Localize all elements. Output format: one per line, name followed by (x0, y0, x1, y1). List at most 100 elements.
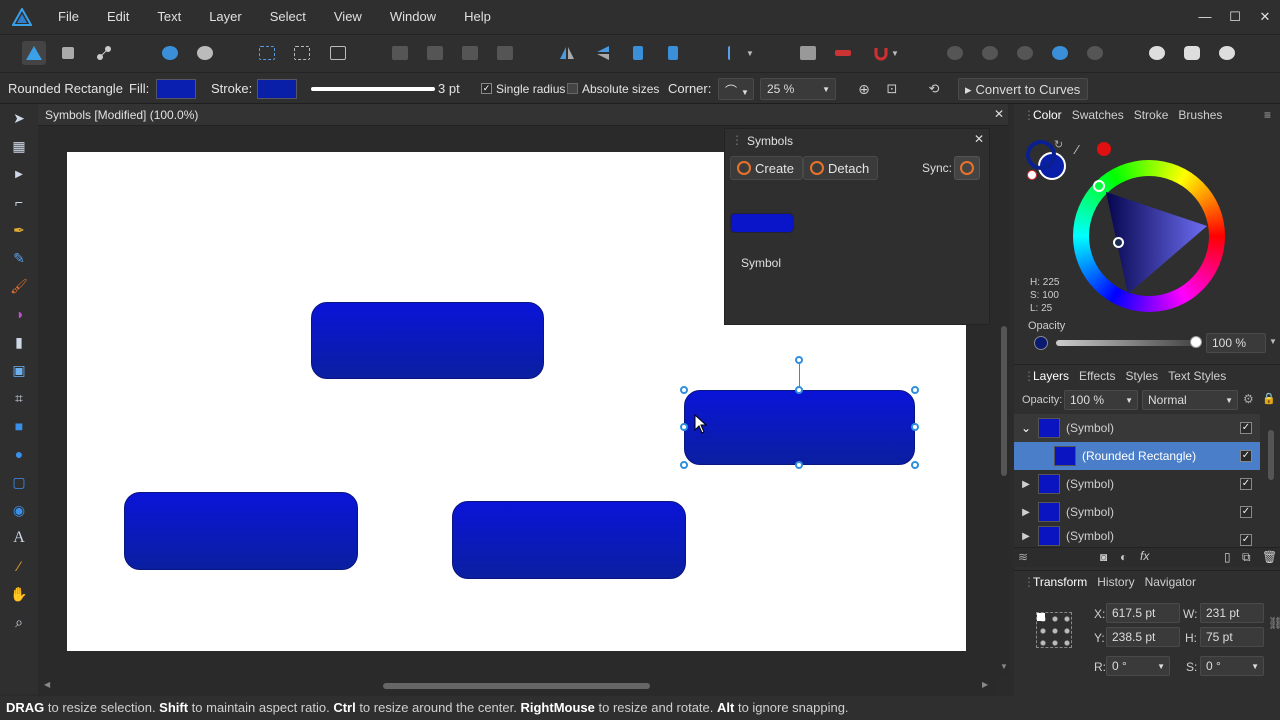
minimize-button[interactable]: — (1190, 0, 1220, 34)
designer-persona-icon[interactable] (22, 41, 46, 65)
w-field[interactable]: 231 pt (1200, 603, 1264, 623)
handle-top[interactable] (795, 386, 803, 394)
handle-bottom[interactable] (795, 461, 803, 469)
handle-bottom-right[interactable] (911, 461, 919, 469)
text-tool-icon[interactable]: A (9, 528, 29, 548)
stroke-swatch[interactable] (257, 79, 297, 99)
expand-icon[interactable]: ▶ (1014, 531, 1038, 542)
menu-text[interactable]: Text (143, 0, 195, 34)
absolute-sizes-checkbox[interactable] (567, 83, 578, 94)
layer-opacity-field[interactable]: 100 % ▼ (1064, 390, 1138, 410)
brush-tool-icon[interactable]: 🖌 (9, 276, 29, 296)
pencil-tool-icon[interactable]: ✎ (9, 248, 29, 268)
anchor-selector[interactable] (1036, 612, 1072, 648)
opacity-field[interactable]: 100 % (1206, 333, 1266, 353)
crop-tool-icon[interactable]: ⌗ (9, 388, 29, 408)
vertical-scrollbar[interactable]: ▼ (998, 126, 1010, 676)
handle-top-right[interactable] (911, 386, 919, 394)
rotation-field[interactable]: 0 ° ▼ (1106, 656, 1170, 676)
stroke-width-value[interactable]: 3 pt (438, 81, 460, 96)
stroke-width-slider[interactable] (311, 87, 435, 91)
tab-history[interactable]: History (1092, 575, 1139, 589)
ellipse-tool-icon[interactable]: ● (9, 444, 29, 464)
rounded-rectangle-tool-icon[interactable]: ▢ (9, 472, 29, 492)
menu-window[interactable]: Window (376, 0, 450, 34)
fill-swatch[interactable] (156, 79, 196, 99)
menu-help[interactable]: Help (450, 0, 505, 34)
arrange-back-icon[interactable] (388, 41, 412, 65)
stroke-color-circle[interactable] (1026, 140, 1056, 170)
panel-grip-icon[interactable]: ⋮ (1018, 108, 1035, 122)
place-image-icon[interactable]: ▣ (9, 360, 29, 380)
corner-tool-icon[interactable]: ⌐ (9, 192, 29, 212)
close-window-button[interactable]: ✕ (1250, 0, 1280, 34)
scroll-down-icon[interactable]: ▼ (1000, 662, 1008, 671)
lock-icon[interactable]: 🔒 (1262, 392, 1276, 405)
eyedropper-icon[interactable]: ⁄ (1076, 142, 1078, 157)
panel-grip-icon[interactable]: ⋮ (1018, 369, 1035, 383)
pen-tool-icon[interactable]: ✒ (9, 220, 29, 240)
studio-panels-icon[interactable] (1180, 41, 1204, 65)
rectangle-tool-icon[interactable]: ■ (9, 416, 29, 436)
layer-row[interactable]: ⌄ (Symbol) ✓ (1014, 414, 1260, 442)
move-tool-icon[interactable]: ➤ (9, 108, 29, 128)
hue-picker[interactable] (1093, 180, 1105, 192)
fill-tool-icon[interactable]: ◑ (9, 304, 29, 324)
handle-top-left[interactable] (680, 386, 688, 394)
add-layer-icon[interactable]: ▯ (1224, 550, 1231, 564)
fx-icon[interactable]: fx (1140, 549, 1149, 563)
shear-field[interactable]: 0 ° ▼ (1200, 656, 1264, 676)
menu-layer[interactable]: Layer (195, 0, 256, 34)
vertical-scroll-thumb[interactable] (1001, 326, 1007, 476)
color-picker-icon[interactable]: ⁄ (9, 556, 29, 576)
h-field[interactable]: 75 pt (1200, 627, 1264, 647)
expand-icon[interactable]: ▶ (1014, 479, 1038, 490)
symbol-thumbnail[interactable] (730, 213, 794, 233)
tab-stroke[interactable]: Stroke (1129, 108, 1174, 122)
share-icon[interactable] (158, 41, 182, 65)
layer-visibility-checkbox[interactable]: ✓ (1240, 478, 1252, 490)
rotate-right-icon[interactable] (661, 41, 685, 65)
opacity-slider-thumb[interactable] (1190, 336, 1202, 348)
layer-settings-icon[interactable]: ⚙ (1243, 392, 1254, 406)
arrange-backward-icon[interactable] (423, 41, 447, 65)
flip-vertical-icon[interactable] (591, 41, 615, 65)
handle-left[interactable] (680, 423, 688, 431)
settings-persona-icon[interactable] (193, 41, 217, 65)
opacity-dropdown-icon[interactable]: ▼ (1269, 337, 1277, 346)
rotation-handle[interactable] (795, 356, 803, 364)
transparency-tool-icon[interactable]: ▮ (9, 332, 29, 352)
close-symbols-icon[interactable]: ✕ (974, 132, 984, 146)
scroll-right-icon[interactable]: ▶ (982, 680, 988, 689)
assistant-icon[interactable] (1145, 41, 1169, 65)
crosshair-icon[interactable]: ⊕ (855, 81, 873, 97)
blend-mode-dropdown[interactable]: Normal ▼ (1142, 390, 1238, 410)
boolean-add-icon[interactable] (943, 41, 967, 65)
maximize-button[interactable]: ☐ (1220, 0, 1250, 34)
node-tool-icon[interactable]: ▶ (9, 164, 29, 184)
tab-styles[interactable]: Styles (1121, 369, 1164, 383)
layer-visibility-checkbox[interactable]: ✓ (1240, 450, 1252, 462)
create-symbol-button[interactable]: Create (730, 156, 804, 180)
layer-row[interactable]: ▶ (Symbol) ✓ (1014, 526, 1260, 546)
swap-colors-icon[interactable]: ↻ (1054, 138, 1063, 151)
rounded-rectangle-3[interactable] (124, 492, 358, 570)
rotate-left-icon[interactable] (626, 41, 650, 65)
menu-file[interactable]: File (44, 0, 93, 34)
arrange-front-icon[interactable] (493, 41, 517, 65)
tab-color[interactable]: Color (1028, 108, 1067, 122)
scroll-left-icon[interactable]: ◀ (44, 680, 50, 689)
tab-layers[interactable]: Layers (1028, 369, 1074, 383)
convert-to-curves-button[interactable]: ▸ Convert to Curves (958, 78, 1088, 100)
collapse-icon[interactable]: ⌄ (1014, 421, 1038, 435)
y-field[interactable]: 238.5 pt (1106, 627, 1180, 647)
transform-origin-icon[interactable]: ⊡ (883, 81, 901, 97)
opacity-slider[interactable] (1056, 336, 1202, 348)
layer-row-selected[interactable]: (Rounded Rectangle) ✓ (1014, 442, 1260, 470)
panel-menu-icon[interactable]: ≡ (1259, 108, 1276, 122)
snap-bounds-icon[interactable] (290, 41, 314, 65)
tab-transform[interactable]: Transform (1028, 575, 1092, 589)
boolean-intersect-icon[interactable] (1013, 41, 1037, 65)
symbol-name[interactable]: Symbol (741, 256, 781, 270)
rounded-rectangle-selected[interactable] (684, 390, 915, 465)
